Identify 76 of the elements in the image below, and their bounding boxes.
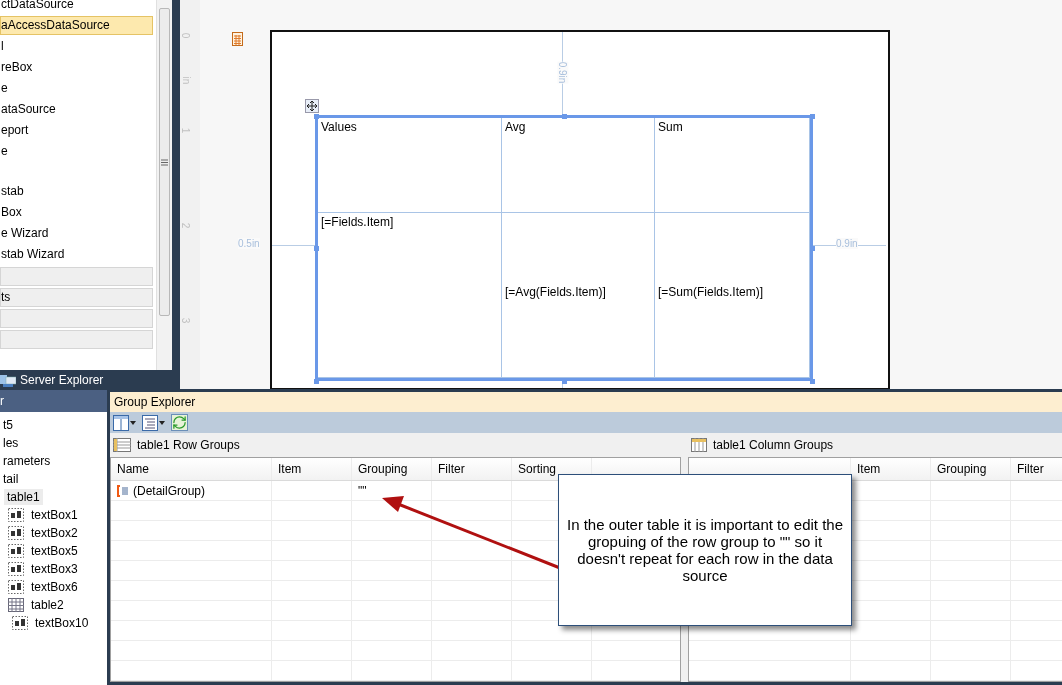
textbox-icon: [8, 580, 24, 594]
column-header[interactable]: Name: [111, 458, 272, 480]
resize-handle[interactable]: [314, 379, 319, 384]
column-header[interactable]: Item: [272, 458, 352, 480]
move-icon[interactable]: [305, 99, 319, 113]
rows-icon: [113, 438, 131, 452]
textbox-icon: [8, 544, 24, 558]
toolbox-category[interactable]: ts: [0, 288, 153, 307]
columns-grid-icon: [691, 438, 707, 452]
grip-icon: [161, 158, 168, 166]
detail-group-icon: [117, 484, 129, 497]
margin-label: 0.9in: [557, 61, 569, 84]
toolbox-item[interactable]: stab Wizard: [0, 245, 153, 264]
tree-item[interactable]: textBox3: [28, 561, 81, 577]
tree-item[interactable]: table2: [28, 597, 67, 613]
tree-item[interactable]: rameters: [0, 453, 54, 469]
toolbox-item[interactable]: ctDataSource: [0, 0, 153, 14]
window-title: Group Explorer: [110, 392, 1062, 412]
table-cell[interactable]: Values: [318, 118, 502, 213]
toolbox-category[interactable]: [0, 309, 153, 328]
caret-icon: [130, 420, 136, 425]
tree-item[interactable]: les: [0, 435, 22, 451]
tree-item[interactable]: textBox2: [28, 525, 81, 541]
server-icon: [0, 373, 16, 387]
table-cell[interactable]: Sum: [655, 118, 810, 213]
server-explorer-tab[interactable]: Server Explorer: [20, 373, 104, 387]
table-cell[interactable]: (DetailGroup): [111, 481, 272, 500]
resize-handle[interactable]: [810, 379, 815, 384]
pane-title: table1 Row Groups: [137, 438, 240, 452]
toolbox-item[interactable]: eport: [0, 121, 153, 140]
toolbox-item[interactable]: e: [0, 79, 153, 98]
toolbox-item[interactable]: Box: [0, 203, 153, 222]
table-cell[interactable]: Avg: [502, 118, 655, 213]
table-icon: [8, 598, 24, 612]
toolbox-item[interactable]: l: [0, 37, 153, 56]
toolbox-item[interactable]: stab: [0, 182, 153, 201]
textbox-icon: [8, 526, 24, 540]
table-cell[interactable]: [=Fields.Item]: [318, 213, 502, 378]
tree-item[interactable]: textBox1: [28, 507, 81, 523]
margin-label: 0.9in: [836, 238, 858, 249]
list-icon: [142, 414, 158, 431]
column-header[interactable]: Filter: [432, 458, 512, 480]
margin-label: 0.5in: [238, 238, 260, 249]
view-button[interactable]: [142, 414, 165, 431]
column-header[interactable]: Grouping: [352, 458, 432, 480]
toolbox-item[interactable]: aAccessDataSource: [0, 16, 153, 35]
toolbox-category[interactable]: [0, 267, 153, 286]
refresh-icon[interactable]: [171, 414, 188, 431]
caret-icon: [159, 420, 165, 425]
column-header[interactable]: Grouping: [931, 458, 1011, 480]
textbox-icon: [12, 616, 28, 630]
toolbox-item[interactable]: e Wizard: [0, 224, 153, 243]
textbox-icon: [8, 508, 24, 522]
scrollbar[interactable]: [156, 0, 172, 370]
columns-button[interactable]: [113, 414, 136, 431]
textbox-icon: [8, 562, 24, 576]
tree-item[interactable]: textBox6: [28, 579, 81, 595]
table-cell[interactable]: [=Sum(Fields.Item)]: [655, 213, 810, 378]
tree-item[interactable]: textBox10: [32, 615, 92, 631]
toolbox-category[interactable]: [0, 330, 153, 349]
callout-text: In the outer table it is important to edit the gropuing of the row group to "" so it doesn't repeat for each row in the data source: [567, 516, 843, 584]
pane-title: table1 Column Groups: [713, 438, 834, 452]
column-header[interactable]: Filter: [1011, 458, 1062, 480]
group-name: (DetailGroup): [133, 483, 206, 498]
report-table[interactable]: Values Avg Sum [=Fields.Item] [=Avg(Fields.Item)] [=Sum(Fields.Item)]: [315, 115, 813, 381]
tree-item[interactable]: table1: [4, 489, 43, 505]
tree-item[interactable]: textBox5: [28, 543, 81, 559]
toolbox-item[interactable]: ataSource: [0, 100, 153, 119]
resize-handle[interactable]: [562, 379, 567, 384]
tree-item[interactable]: t5: [0, 417, 16, 433]
toolbox-item[interactable]: reBox: [0, 58, 153, 77]
tree-item[interactable]: tail: [0, 471, 22, 487]
toolbox-item[interactable]: e: [0, 142, 153, 161]
columns-icon: [113, 414, 129, 431]
table-cell[interactable]: [=Avg(Fields.Item)]: [502, 213, 655, 378]
report-icon: [232, 32, 243, 46]
